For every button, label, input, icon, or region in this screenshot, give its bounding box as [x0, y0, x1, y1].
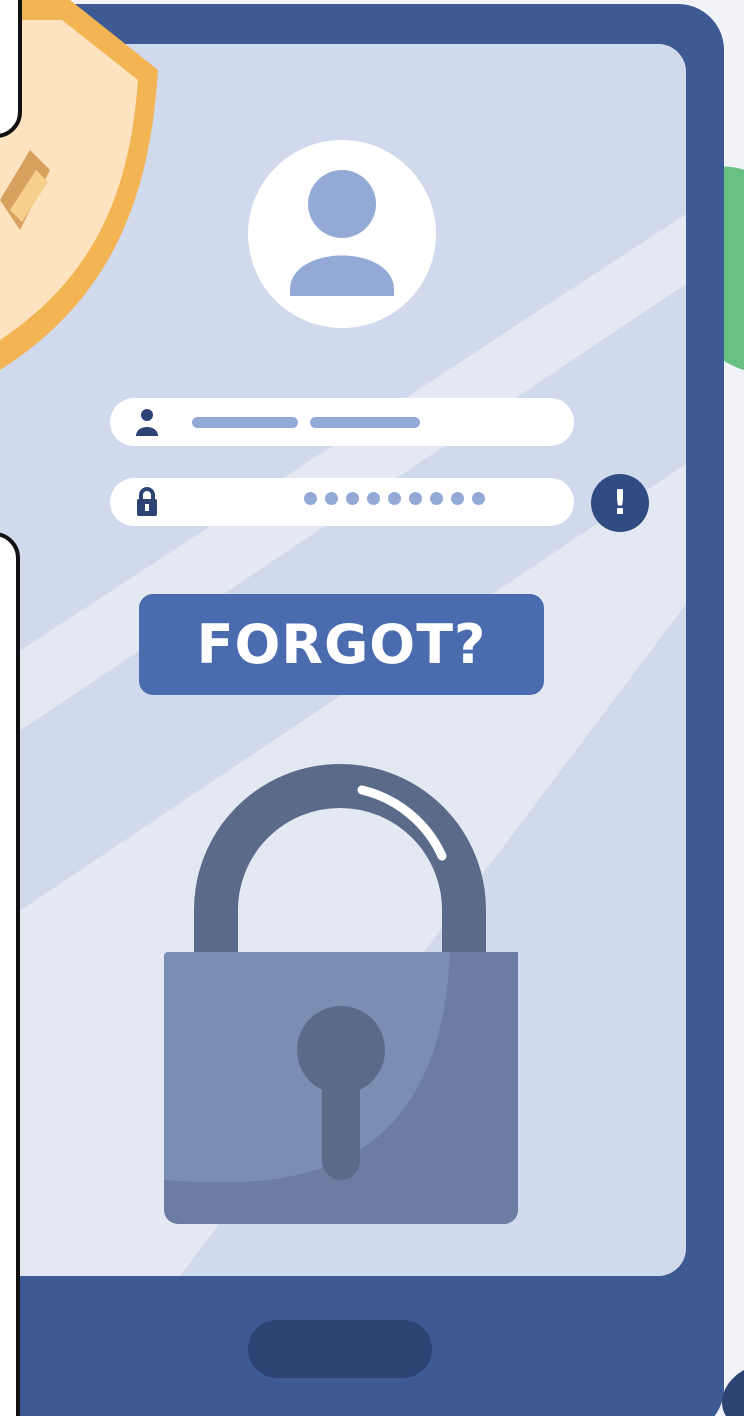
password-dots — [304, 492, 485, 505]
username-field[interactable] — [110, 398, 574, 446]
password-dot — [388, 492, 401, 505]
user-avatar-icon — [248, 140, 436, 328]
padlock-icon — [164, 764, 518, 1224]
username-placeholder-bar-2 — [310, 417, 420, 428]
username-placeholder-bar-1 — [192, 417, 298, 428]
decorative-shape — [722, 1370, 744, 1416]
password-dot — [409, 492, 422, 505]
password-dot — [430, 492, 443, 505]
password-dot — [346, 492, 359, 505]
shield-icon — [0, 0, 158, 370]
user-icon — [136, 409, 158, 436]
password-dot — [472, 492, 485, 505]
illustration-canvas: ! FORGOT? — [0, 0, 744, 1416]
home-button[interactable] — [248, 1320, 432, 1378]
overlay-panel-top — [0, 0, 22, 138]
password-field[interactable] — [110, 478, 574, 526]
exclamation-icon[interactable]: ! — [591, 474, 649, 532]
lock-icon — [137, 487, 157, 516]
overlay-panel-bottom — [0, 532, 20, 1416]
password-dot — [451, 492, 464, 505]
password-dot — [304, 492, 317, 505]
forgot-button[interactable]: FORGOT? — [139, 594, 544, 695]
password-dot — [325, 492, 338, 505]
password-dot — [367, 492, 380, 505]
